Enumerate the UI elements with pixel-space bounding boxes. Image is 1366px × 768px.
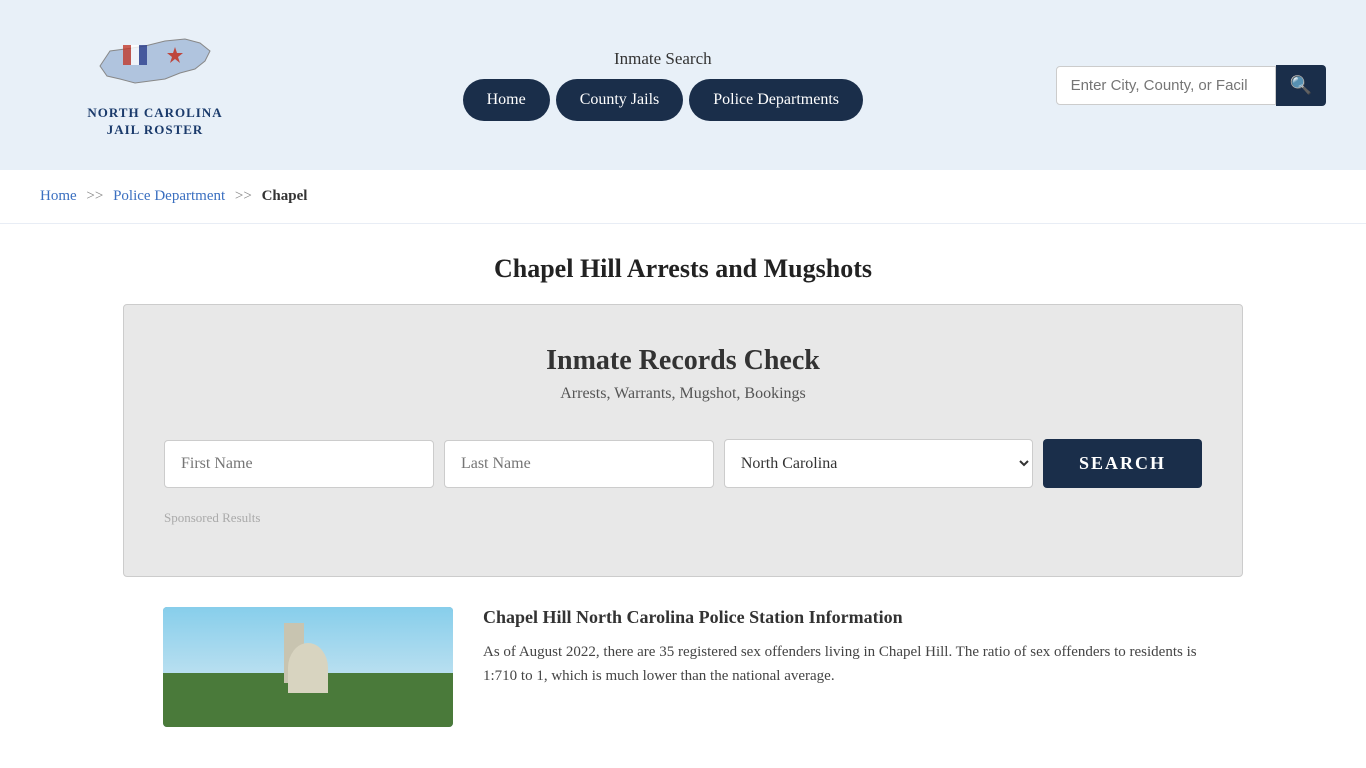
bottom-text-area: Chapel Hill North Carolina Police Statio…	[483, 607, 1203, 727]
breadcrumb-police-dept[interactable]: Police Department	[113, 188, 225, 204]
bottom-heading: Chapel Hill North Carolina Police Statio…	[483, 607, 1203, 628]
main-nav: Home County Jails Police Departments	[463, 79, 863, 121]
nav-police-departments-button[interactable]: Police Departments	[689, 79, 863, 121]
records-search-button[interactable]: SEARCH	[1043, 439, 1202, 488]
breadcrumb: Home >> Police Department >> Chapel	[0, 170, 1366, 224]
inmate-search-label: Inmate Search	[614, 49, 712, 69]
records-box-title: Inmate Records Check	[164, 345, 1202, 377]
breadcrumb-sep2: >>	[235, 188, 252, 204]
breadcrumb-sep1: >>	[86, 188, 103, 204]
nav-home-button[interactable]: Home	[463, 79, 550, 121]
nc-map-icon	[95, 31, 215, 101]
bottom-body: As of August 2022, there are 35 register…	[483, 640, 1203, 688]
search-icon: 🔍	[1290, 75, 1312, 95]
bottom-section: Chapel Hill North Carolina Police Statio…	[123, 607, 1243, 767]
state-select[interactable]: AlabamaAlaskaArizonaArkansasCaliforniaCo…	[724, 439, 1033, 488]
page-title: Chapel Hill Arrests and Mugshots	[40, 254, 1326, 284]
last-name-input[interactable]	[444, 440, 714, 488]
records-check-box: Inmate Records Check Arrests, Warrants, …	[123, 304, 1243, 577]
dome-decoration	[288, 643, 328, 693]
site-logo[interactable]: NORTH CAROLINA JAIL ROSTER	[40, 31, 270, 139]
breadcrumb-home[interactable]: Home	[40, 188, 77, 204]
sponsored-label: Sponsored Results	[164, 510, 1202, 526]
nav-county-jails-button[interactable]: County Jails	[556, 79, 684, 121]
header-search-area: 🔍	[1056, 65, 1326, 106]
header-center: Inmate Search Home County Jails Police D…	[463, 49, 863, 121]
chapel-hill-image	[163, 607, 453, 727]
records-box-subtitle: Arrests, Warrants, Mugshot, Bookings	[164, 385, 1202, 403]
first-name-input[interactable]	[164, 440, 434, 488]
header-search-button[interactable]: 🔍	[1276, 65, 1326, 106]
site-header: NORTH CAROLINA JAIL ROSTER Inmate Search…	[0, 0, 1366, 170]
breadcrumb-current: Chapel	[262, 188, 308, 204]
trees-decoration	[163, 673, 453, 727]
records-form: AlabamaAlaskaArizonaArkansasCaliforniaCo…	[164, 439, 1202, 488]
header-search-input[interactable]	[1056, 66, 1276, 105]
logo-text: NORTH CAROLINA JAIL ROSTER	[87, 105, 222, 139]
